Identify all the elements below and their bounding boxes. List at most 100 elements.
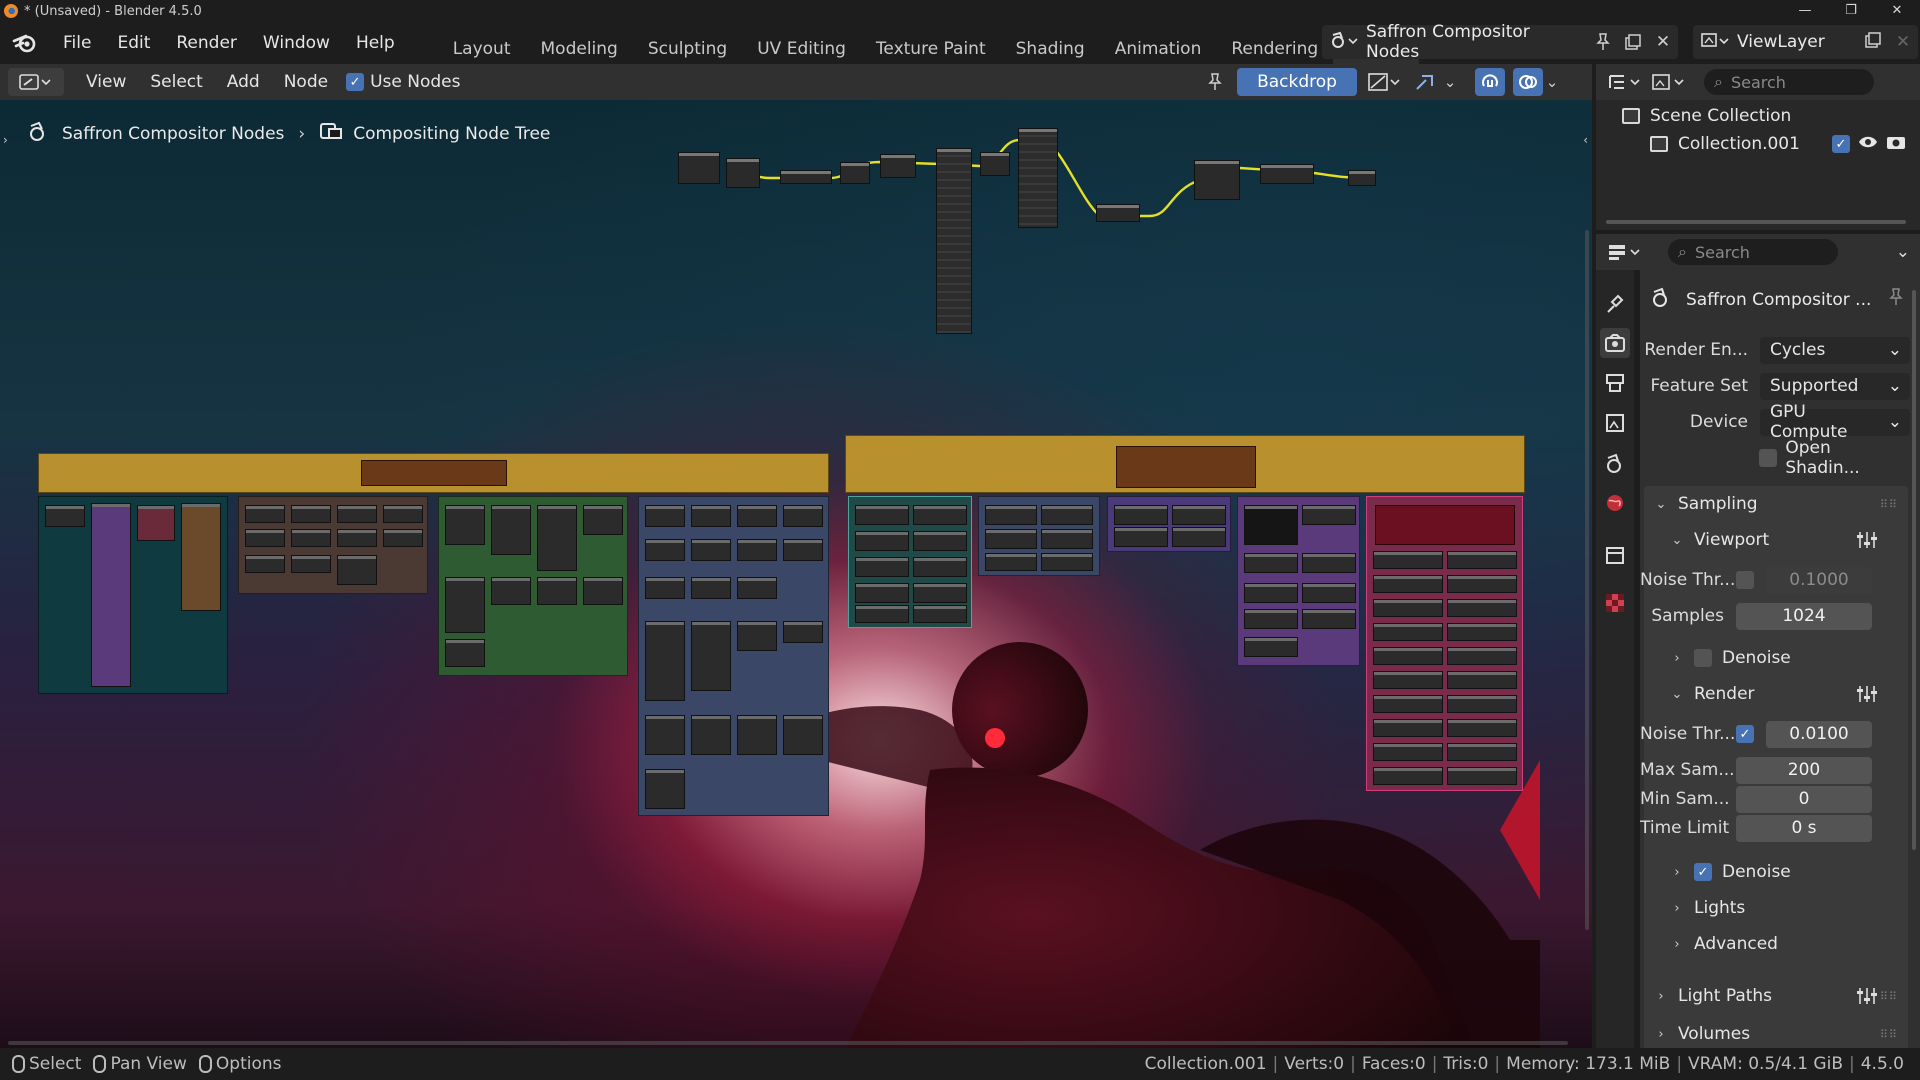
frame-header-left[interactable] xyxy=(38,453,829,493)
node[interactable] xyxy=(1373,647,1443,665)
menu-view[interactable]: View xyxy=(74,72,138,92)
volumes-panel-header[interactable]: › Volumes xyxy=(1654,1024,1750,1044)
menu-window[interactable]: Window xyxy=(250,22,343,64)
render-tab-icon[interactable] xyxy=(1600,328,1630,358)
properties-options-icon[interactable]: ⌄ xyxy=(1896,242,1910,262)
node[interactable] xyxy=(913,557,967,577)
node[interactable] xyxy=(45,505,85,527)
tab-texture-paint[interactable]: Texture Paint xyxy=(861,32,1001,64)
node[interactable] xyxy=(337,529,377,547)
node[interactable] xyxy=(1244,505,1298,545)
new-scene-icon[interactable] xyxy=(1618,27,1648,57)
node[interactable] xyxy=(645,505,685,527)
node[interactable] xyxy=(291,505,331,523)
node[interactable] xyxy=(1447,623,1517,641)
node[interactable] xyxy=(936,148,972,334)
render-denoise-subpanel[interactable]: › Denoise xyxy=(1670,862,1790,882)
viewport-denoise-checkbox[interactable] xyxy=(1694,649,1712,667)
render-subpanel-header[interactable]: ⌄ Render xyxy=(1670,684,1755,704)
drag-handle-icon[interactable]: ⠿⠿ xyxy=(1880,498,1898,511)
node[interactable] xyxy=(913,605,967,623)
tab-uv-editing[interactable]: UV Editing xyxy=(742,32,861,64)
node[interactable] xyxy=(985,505,1037,525)
node[interactable] xyxy=(1244,609,1298,629)
viewport-samples-field[interactable]: 1024 xyxy=(1736,602,1872,630)
node[interactable] xyxy=(91,503,131,687)
properties-scrollbar[interactable] xyxy=(1912,290,1916,850)
frame-color-conversion[interactable] xyxy=(1366,496,1523,791)
toolbar-expand-icon[interactable]: › xyxy=(3,133,8,147)
render-noise-threshold-checkbox[interactable] xyxy=(1736,725,1754,743)
node[interactable] xyxy=(691,539,731,561)
advanced-subpanel[interactable]: › Advanced xyxy=(1670,934,1778,954)
node[interactable] xyxy=(855,583,909,603)
node[interactable] xyxy=(245,505,285,523)
node[interactable] xyxy=(445,505,485,545)
node[interactable] xyxy=(1172,527,1226,547)
tab-animation[interactable]: Animation xyxy=(1100,32,1217,64)
eye-icon[interactable] xyxy=(1858,134,1878,154)
frame-blur-effects[interactable] xyxy=(238,496,428,594)
overlays-dropdown-icon[interactable]: ⌄ xyxy=(1542,68,1562,96)
outliner-editor-type-icon[interactable] xyxy=(1604,72,1648,92)
open-shading-checkbox[interactable] xyxy=(1759,449,1778,467)
sampling-panel-header[interactable]: ⌄ Sampling xyxy=(1654,494,1758,514)
node[interactable] xyxy=(1447,695,1517,713)
frame-conversion-b[interactable] xyxy=(978,496,1100,576)
collection-tab-icon[interactable] xyxy=(1600,540,1630,570)
node[interactable] xyxy=(1373,695,1443,713)
presets-icon[interactable] xyxy=(1856,530,1878,555)
auto-offset-icon[interactable] xyxy=(1475,68,1505,96)
delete-scene-icon[interactable]: ✕ xyxy=(1648,27,1678,57)
presets-icon[interactable] xyxy=(1856,684,1878,709)
menu-edit[interactable]: Edit xyxy=(104,22,163,64)
node[interactable] xyxy=(1447,575,1517,593)
properties-search-input[interactable]: ⌕ Search xyxy=(1668,239,1838,265)
node[interactable] xyxy=(691,715,731,755)
node[interactable] xyxy=(1373,767,1443,785)
node[interactable] xyxy=(1302,583,1356,603)
node[interactable] xyxy=(840,162,870,184)
properties-editor-type-icon[interactable] xyxy=(1604,242,1648,262)
node[interactable] xyxy=(1114,505,1168,525)
node[interactable] xyxy=(980,152,1010,176)
node[interactable] xyxy=(1041,553,1093,571)
node[interactable] xyxy=(445,577,485,633)
pin-icon[interactable] xyxy=(1888,288,1904,311)
node[interactable] xyxy=(1447,743,1517,761)
exclude-checkbox[interactable] xyxy=(1832,135,1850,153)
snap-dropdown-icon[interactable]: ⌄ xyxy=(1440,68,1460,96)
node[interactable] xyxy=(491,505,531,555)
node[interactable] xyxy=(645,715,685,755)
node[interactable] xyxy=(855,505,909,525)
horizontal-scrollbar[interactable] xyxy=(8,1041,1568,1045)
render-engine-dropdown[interactable]: Cycles ⌄ xyxy=(1760,336,1910,364)
light-paths-panel-header[interactable]: › Light Paths xyxy=(1654,986,1772,1006)
node[interactable] xyxy=(1194,160,1240,200)
node[interactable] xyxy=(726,158,760,188)
node[interactable] xyxy=(1373,599,1443,617)
max-samples-field[interactable]: 200 xyxy=(1736,756,1872,784)
node[interactable] xyxy=(645,769,685,809)
node[interactable] xyxy=(1447,551,1517,569)
display-mode-icon[interactable] xyxy=(1648,72,1692,92)
frame-conversion-c[interactable] xyxy=(1107,496,1231,552)
node[interactable] xyxy=(137,505,175,541)
new-view-layer-icon[interactable] xyxy=(1858,31,1888,54)
view-layer-selector[interactable]: ViewLayer ✕ xyxy=(1693,25,1918,59)
pin-icon[interactable] xyxy=(1200,68,1230,96)
world-tab-icon[interactable] xyxy=(1600,488,1630,518)
scene-selector[interactable]: Saffron Compositor Nodes ✕ xyxy=(1322,22,1678,62)
feature-set-dropdown[interactable]: Supported ⌄ xyxy=(1760,372,1910,400)
node[interactable] xyxy=(737,577,777,599)
menu-file[interactable]: File xyxy=(50,22,104,64)
frame-keying[interactable] xyxy=(438,496,628,676)
node[interactable] xyxy=(1373,623,1443,641)
node[interactable] xyxy=(1373,719,1443,737)
minimize-icon[interactable]: — xyxy=(1782,0,1828,22)
node[interactable] xyxy=(1302,609,1356,629)
node[interactable] xyxy=(880,154,916,178)
node[interactable] xyxy=(1373,743,1443,761)
node[interactable] xyxy=(1041,505,1093,525)
frame-distort[interactable] xyxy=(638,496,829,816)
